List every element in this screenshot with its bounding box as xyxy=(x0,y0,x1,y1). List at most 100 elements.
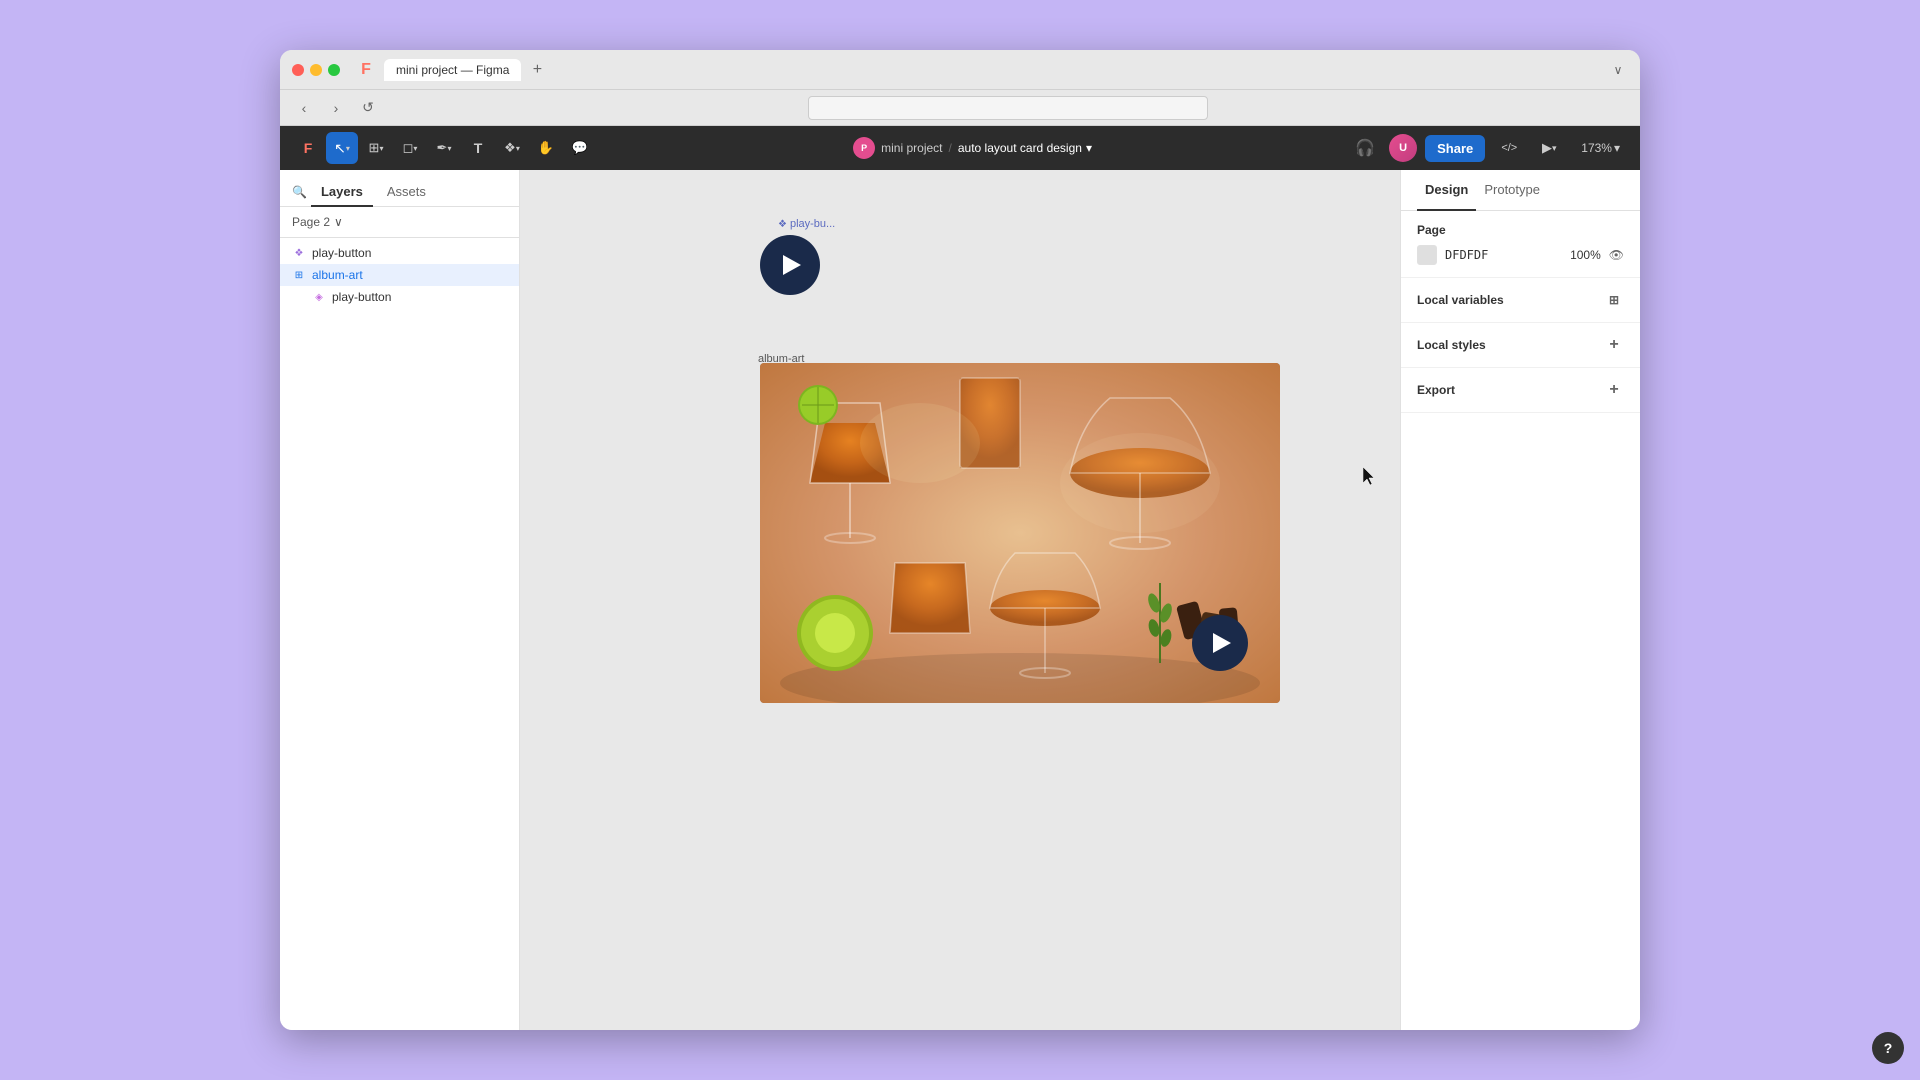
play-button-label-text: play-bu... xyxy=(790,218,835,230)
present-dropdown-icon: ▾ xyxy=(1552,143,1557,154)
cursor-icon xyxy=(1363,467,1379,487)
page-section: Page DFDFDF 100% 👁 xyxy=(1401,211,1640,278)
right-tab-bar: Design Prototype xyxy=(1401,170,1640,211)
search-icon-btn[interactable]: 🔍 xyxy=(292,178,307,206)
add-export-icon: + xyxy=(1609,381,1618,399)
left-sidebar: 🔍 Layers Assets Page 2 ∨ ❖ play-button xyxy=(280,170,520,1030)
page-color-opacity: 100% xyxy=(1570,248,1601,262)
local-variables-header[interactable]: Local variables ⊞ xyxy=(1417,290,1624,310)
share-button[interactable]: Share xyxy=(1425,135,1485,162)
code-icon: </> xyxy=(1501,142,1517,154)
figma-logo-icon: F xyxy=(304,140,313,156)
layer-name-play-button-child: play-button xyxy=(332,290,391,304)
frame-layer-icon: ⊞ xyxy=(292,268,306,282)
pen-tool-button[interactable]: ✒ ▾ xyxy=(428,132,460,164)
project-avatar-letter: P xyxy=(861,143,867,153)
shape-tool-button[interactable]: ◻ ▾ xyxy=(394,132,426,164)
forward-button[interactable]: › xyxy=(324,96,348,120)
local-styles-title: Local styles xyxy=(1417,338,1486,352)
tab-assets[interactable]: Assets xyxy=(377,178,436,207)
page-section-title: Page xyxy=(1417,223,1446,237)
export-add-btn[interactable]: + xyxy=(1604,380,1624,400)
tool-group-left: F ↖ ▾ ⊞ ▾ ◻ ▾ ✒ ▾ T ❖ ▾ xyxy=(292,132,596,164)
text-icon: T xyxy=(474,140,483,156)
text-tool-button[interactable]: T xyxy=(462,132,494,164)
zoom-level-button[interactable]: 173% ▾ xyxy=(1573,137,1628,159)
sidebar-tab-bar: 🔍 Layers Assets xyxy=(280,170,519,207)
close-button[interactable] xyxy=(292,64,304,76)
project-avatar: P xyxy=(853,137,875,159)
shape-icon: ◻ xyxy=(403,140,414,156)
page-color-swatch[interactable] xyxy=(1417,245,1437,265)
page-color-value: DFDFDF xyxy=(1445,248,1488,262)
code-view-button[interactable]: </> xyxy=(1493,132,1525,164)
component-layer-icon: ❖ xyxy=(292,246,306,260)
figma-toolbar: F ↖ ▾ ⊞ ▾ ◻ ▾ ✒ ▾ T ❖ ▾ xyxy=(280,126,1640,170)
address-bar: ‹ › ↺ xyxy=(280,90,1640,126)
main-menu-button[interactable]: F xyxy=(292,132,324,164)
move-icon: ↖ xyxy=(334,140,346,157)
present-button[interactable]: ▶ ▾ xyxy=(1533,132,1565,164)
figma-icon: F xyxy=(356,60,376,80)
layer-tree: ❖ play-button ⊞ album-art ◈ play-button xyxy=(280,238,519,1030)
traffic-lights xyxy=(292,64,340,76)
album-art-frame[interactable] xyxy=(760,363,1280,703)
export-title: Export xyxy=(1417,383,1455,397)
add-style-icon: + xyxy=(1609,336,1618,354)
minimize-button[interactable] xyxy=(310,64,322,76)
avatar-letter: U xyxy=(1399,142,1407,154)
export-header[interactable]: Export + xyxy=(1417,380,1624,400)
play-button-component[interactable] xyxy=(760,235,820,295)
move-tool-button[interactable]: ↖ ▾ xyxy=(326,132,358,164)
toolbar-right: 🎧 U Share </> ▶ ▾ 173% ▾ xyxy=(1349,132,1628,164)
collapse-icon[interactable]: ∨ xyxy=(1608,60,1628,80)
hand-tool-button[interactable]: ✋ xyxy=(530,132,562,164)
back-button[interactable]: ‹ xyxy=(292,96,316,120)
move-dropdown-icon: ▾ xyxy=(346,144,350,153)
local-styles-add-btn[interactable]: + xyxy=(1604,335,1624,355)
design-name-chevron: ▾ xyxy=(1086,141,1092,155)
comment-icon: 💬 xyxy=(572,140,588,156)
page-section-header[interactable]: Page xyxy=(1417,223,1624,237)
play-button-canvas-label: ❖ play-bu... xyxy=(778,218,835,230)
local-variables-settings-btn[interactable]: ⊞ xyxy=(1604,290,1624,310)
tab-design[interactable]: Design xyxy=(1417,170,1476,211)
component-instance-icon: ◈ xyxy=(312,290,326,304)
active-tab[interactable]: mini project — Figma xyxy=(384,59,521,81)
local-styles-header[interactable]: Local styles + xyxy=(1417,335,1624,355)
hand-icon: ✋ xyxy=(538,140,554,156)
tab-layers[interactable]: Layers xyxy=(311,178,373,207)
headphones-button[interactable]: 🎧 xyxy=(1349,132,1381,164)
shape-dropdown-icon: ▾ xyxy=(413,144,417,153)
maximize-button[interactable] xyxy=(328,64,340,76)
layer-item-album-art[interactable]: ⊞ album-art xyxy=(280,264,519,286)
play-overlay-icon xyxy=(1213,633,1231,653)
refresh-button[interactable]: ↺ xyxy=(356,96,380,120)
canvas-area[interactable]: ❖ play-bu... album-art xyxy=(520,170,1400,1030)
design-file-name[interactable]: auto layout card design ▾ xyxy=(958,141,1092,155)
mouse-cursor xyxy=(1363,467,1379,487)
frame-tool-button[interactable]: ⊞ ▾ xyxy=(360,132,392,164)
right-sidebar: Design Prototype Page DFDFDF 100% � xyxy=(1400,170,1640,1030)
tab-prototype[interactable]: Prototype xyxy=(1476,170,1548,211)
user-avatar[interactable]: U xyxy=(1389,134,1417,162)
layer-name-album-art: album-art xyxy=(312,268,363,282)
page-chevron: ∨ xyxy=(334,215,343,229)
search-icon: 🔍 xyxy=(292,185,307,199)
comment-tool-button[interactable]: 💬 xyxy=(564,132,596,164)
layer-item-play-button[interactable]: ❖ play-button xyxy=(280,242,519,264)
pen-icon: ✒ xyxy=(437,140,448,156)
layer-item-play-button-child[interactable]: ◈ play-button xyxy=(280,286,519,308)
page-color-row: DFDFDF 100% 👁 xyxy=(1417,245,1624,265)
play-triangle-icon xyxy=(783,255,801,275)
page-selector[interactable]: Page 2 ∨ xyxy=(280,207,519,238)
zoom-value: 173% xyxy=(1581,141,1612,155)
toolbar-center: P mini project / auto layout card design… xyxy=(600,137,1345,159)
play-button-overlay[interactable] xyxy=(1192,615,1248,671)
visibility-icon[interactable]: 👁 xyxy=(1609,248,1624,262)
component-tool-button[interactable]: ❖ ▾ xyxy=(496,132,528,164)
new-tab-button[interactable]: + xyxy=(525,58,549,82)
local-variables-title: Local variables xyxy=(1417,293,1504,307)
project-name-label: mini project xyxy=(881,141,942,155)
address-input[interactable] xyxy=(808,96,1208,120)
